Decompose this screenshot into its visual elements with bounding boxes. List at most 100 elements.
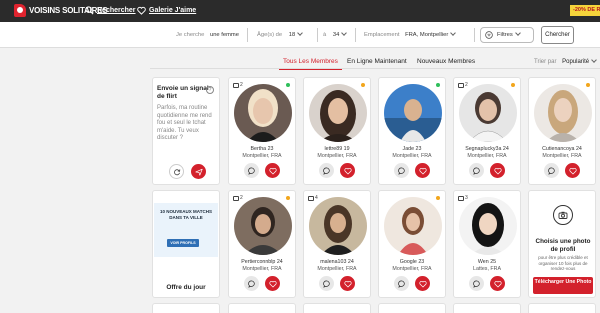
member-avatar[interactable] bbox=[384, 84, 442, 142]
partial-card[interactable] bbox=[152, 303, 220, 313]
like-button[interactable] bbox=[415, 163, 430, 178]
chat-icon bbox=[547, 167, 555, 175]
partial-card[interactable] bbox=[453, 303, 521, 313]
member-name-age: Jade 23 bbox=[402, 146, 422, 152]
member-actions bbox=[229, 163, 295, 178]
member-card[interactable]: 2 Segnaplucky3a 24 Montpellier, FRA bbox=[453, 77, 521, 185]
like-button[interactable] bbox=[490, 276, 505, 291]
tab-all-members[interactable]: Tous Les Membres bbox=[279, 58, 342, 70]
chat-button[interactable] bbox=[394, 163, 409, 178]
offer-card[interactable]: 10 NOUVEAUX MATCHS DANS TA VILLE VOIR PR… bbox=[152, 190, 220, 298]
like-button[interactable] bbox=[265, 276, 280, 291]
member-name-age: Bertha 23 bbox=[250, 146, 274, 152]
view-profiles-button[interactable]: VOIR PROFILS bbox=[167, 239, 199, 247]
chat-button[interactable] bbox=[469, 163, 484, 178]
member-name-age: Wen 25 bbox=[477, 259, 497, 265]
member-actions bbox=[454, 276, 520, 291]
flirt-title: Envoie un signal de flirt bbox=[157, 85, 209, 100]
member-location: Montpellier, FRA bbox=[392, 153, 432, 159]
member-avatar[interactable] bbox=[459, 84, 517, 142]
flirt-message: Parfois, ma routine quotidienne me rend … bbox=[157, 105, 212, 141]
refresh-button[interactable] bbox=[169, 164, 184, 179]
member-card[interactable]: lettre89 19 Montpellier, FRA bbox=[303, 77, 371, 185]
like-button[interactable] bbox=[340, 163, 355, 178]
partial-card[interactable] bbox=[528, 303, 596, 313]
member-avatar[interactable] bbox=[534, 84, 592, 142]
recent-status-dot bbox=[436, 196, 440, 200]
member-avatar[interactable] bbox=[234, 84, 292, 142]
like-button[interactable] bbox=[415, 276, 430, 291]
member-card[interactable]: Cutienancoya 24 Montpellier, FRA bbox=[528, 77, 596, 185]
member-location: Montpellier, FRA bbox=[317, 266, 357, 272]
photo-icon bbox=[458, 82, 464, 88]
tab-online-now[interactable]: En Ligne Maintenant bbox=[347, 58, 407, 65]
location-label: Emplacement bbox=[364, 32, 400, 38]
member-card[interactable]: Jade 23 Montpellier, FRA bbox=[378, 77, 446, 185]
heart-icon bbox=[343, 167, 352, 175]
member-name-age: Segnaplucky3a 24 bbox=[465, 146, 509, 152]
photo-count-badge: 2 bbox=[233, 195, 243, 201]
member-avatar[interactable] bbox=[234, 197, 292, 255]
like-button[interactable] bbox=[565, 163, 580, 178]
upload-photo-button[interactable]: Télécharger Une Photo bbox=[533, 277, 593, 294]
tab-new-members[interactable]: Nouveaux Membres bbox=[417, 58, 475, 65]
location-select[interactable]: Emplacement FRA, Montpellier bbox=[364, 26, 457, 44]
photo-icon bbox=[233, 195, 239, 201]
looking-for-select[interactable]: Je cherche une femme bbox=[176, 26, 239, 44]
help-icon[interactable]: ? bbox=[206, 86, 214, 94]
member-avatar[interactable] bbox=[459, 197, 517, 255]
search-submit-button[interactable]: Chercher bbox=[541, 26, 574, 44]
chevron-down-icon bbox=[341, 30, 348, 36]
member-card[interactable]: 3 Wen 25 Lattes, FRA bbox=[453, 190, 521, 298]
like-button[interactable] bbox=[490, 163, 505, 178]
looking-for-label: Je cherche bbox=[176, 32, 205, 38]
member-location: Montpellier, FRA bbox=[242, 266, 282, 272]
promo-badge[interactable]: -20% DE RED bbox=[570, 5, 600, 16]
chat-button[interactable] bbox=[469, 276, 484, 291]
member-avatar[interactable] bbox=[309, 84, 367, 142]
send-flirt-button[interactable] bbox=[191, 164, 206, 179]
age-from-select[interactable]: Âge(s) de 18 bbox=[257, 26, 304, 44]
filters-button[interactable]: Filtres bbox=[480, 27, 534, 43]
chat-button[interactable] bbox=[244, 276, 259, 291]
member-card[interactable]: 4 malena103 24 Montpellier, FRA bbox=[303, 190, 371, 298]
chat-icon bbox=[322, 167, 330, 175]
partial-card[interactable] bbox=[378, 303, 446, 313]
nav-rechercher[interactable]: Rechercher bbox=[85, 6, 136, 15]
nav-label: Rechercher bbox=[97, 7, 136, 14]
tabs-divider bbox=[150, 68, 600, 69]
chat-button[interactable] bbox=[244, 163, 259, 178]
like-button[interactable] bbox=[265, 163, 280, 178]
member-name-age: Cutienancoya 24 bbox=[542, 146, 582, 152]
heart-icon bbox=[268, 167, 277, 175]
offer-headline: 10 NOUVEAUX MATCHS DANS TA VILLE bbox=[160, 209, 212, 220]
nav-galerie[interactable]: Galerie J'aime bbox=[137, 6, 196, 15]
heart-icon bbox=[493, 280, 502, 288]
heart-icon bbox=[418, 280, 427, 288]
chat-button[interactable] bbox=[319, 276, 334, 291]
photo-icon bbox=[308, 195, 314, 201]
chat-button[interactable] bbox=[394, 276, 409, 291]
age-to-select[interactable]: à 34 bbox=[323, 26, 348, 44]
partial-card[interactable] bbox=[303, 303, 371, 313]
recent-status-dot bbox=[286, 196, 290, 200]
partial-card[interactable] bbox=[228, 303, 296, 313]
sort-select[interactable]: Trier par Popularité bbox=[534, 57, 597, 65]
heart-icon bbox=[268, 280, 277, 288]
member-avatar[interactable] bbox=[309, 197, 367, 255]
recent-status-dot bbox=[361, 83, 365, 87]
like-button[interactable] bbox=[340, 276, 355, 291]
member-avatar[interactable] bbox=[384, 197, 442, 255]
chat-icon bbox=[472, 280, 480, 288]
online-status-dot bbox=[286, 83, 290, 87]
chat-button[interactable] bbox=[319, 163, 334, 178]
age-from-value: 18 bbox=[288, 32, 296, 38]
member-card[interactable]: 2 Bertha 23 Montpellier, FRA bbox=[228, 77, 296, 185]
member-card[interactable]: 2 Pertierconnblp 24 Montpellier, FRA bbox=[228, 190, 296, 298]
member-card[interactable]: Google 23 Montpellier, FRA bbox=[378, 190, 446, 298]
logo-icon bbox=[14, 4, 26, 17]
chat-button[interactable] bbox=[544, 163, 559, 178]
heart-icon bbox=[343, 280, 352, 288]
chat-icon bbox=[247, 280, 255, 288]
chat-icon bbox=[322, 280, 330, 288]
